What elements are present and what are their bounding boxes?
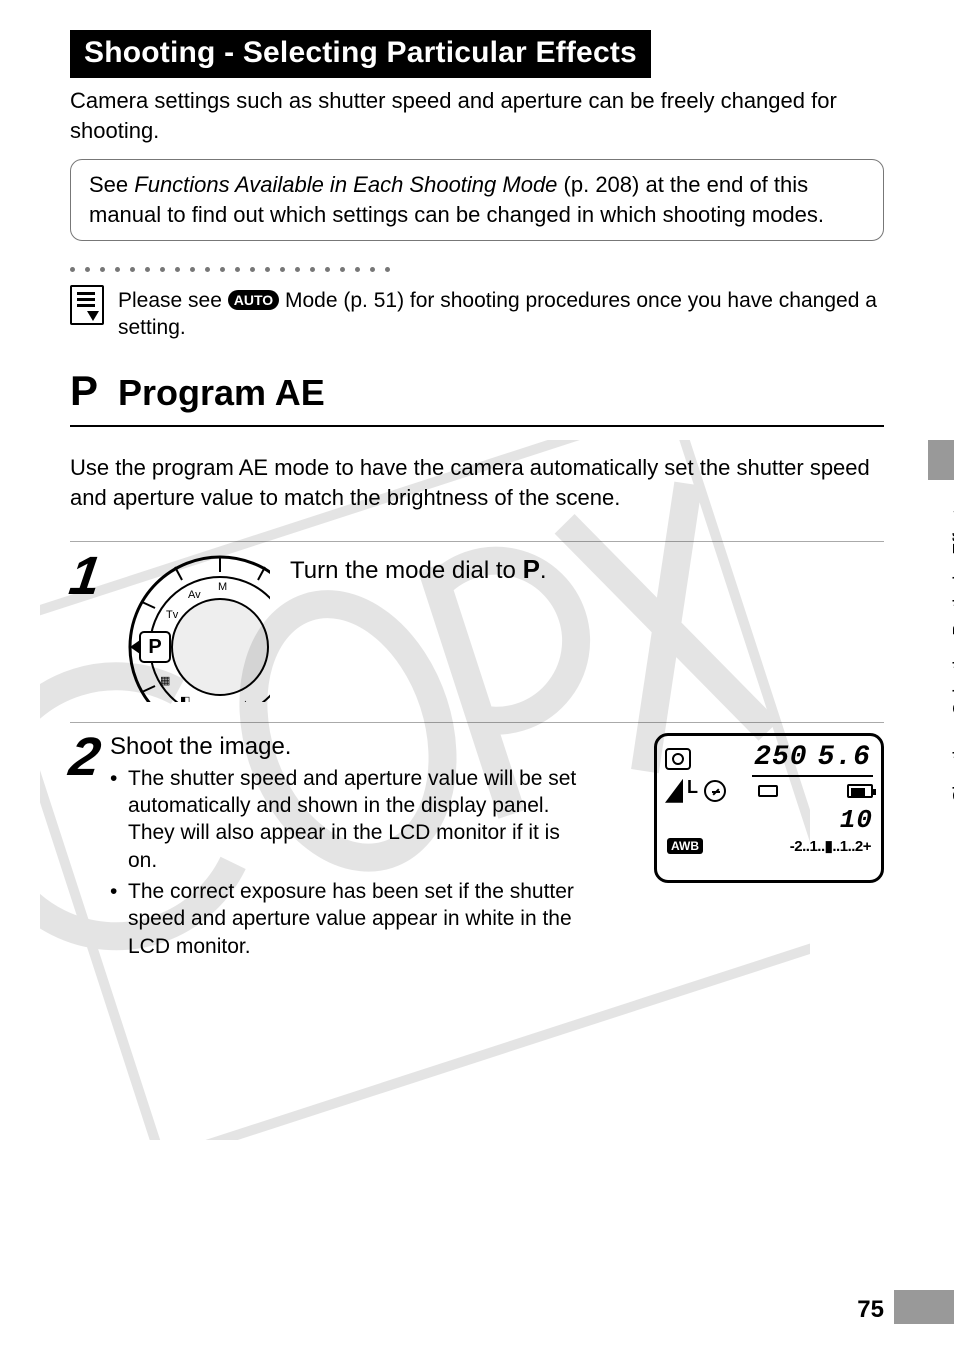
svg-text:M: M	[218, 581, 227, 593]
battery-icon	[847, 784, 873, 798]
svg-text:◧: ◧	[180, 695, 190, 702]
svg-text:P: P	[148, 636, 161, 658]
mode-glyph-p: P	[70, 367, 98, 415]
step-number-1: 1	[67, 552, 114, 601]
svg-text:Av: Av	[188, 589, 201, 601]
chapter-heading: Shooting - Selecting Particular Effects	[70, 30, 651, 78]
shutter-speed-value: 250	[754, 742, 807, 773]
step-1-mode-letter: P	[523, 554, 540, 584]
step-2-bullet-2: The correct exposure has been set if the…	[110, 878, 580, 960]
tip-text: Please see AUTO Mode (p. 51) for shootin…	[118, 285, 884, 342]
step-1: 1 P	[70, 541, 884, 702]
reference-callout: See Functions Available in Each Shooting…	[70, 159, 884, 240]
lcd-display-panel: 250 5.6 L 10 AWB -2..1..▮..1..2+	[654, 733, 884, 883]
step-1-text-post: .	[540, 557, 547, 584]
step-1-instruction: Turn the mode dial to P.	[290, 552, 547, 585]
side-tab: Shooting - Selecting Particular Effects	[902, 440, 954, 1040]
section-title: Program AE	[118, 372, 325, 414]
image-size-letter: L	[687, 777, 698, 798]
step-2: 2 Shoot the image. The shutter speed and…	[70, 722, 884, 964]
awb-badge: AWB	[667, 838, 703, 854]
section-description: Use the program AE mode to have the came…	[70, 453, 884, 512]
aperture-value: 5.6	[818, 742, 871, 773]
intro-paragraph: Camera settings such as shutter speed an…	[70, 86, 884, 145]
step-2-bullet-1: The shutter speed and aperture value wil…	[110, 765, 580, 874]
side-tab-label: Shooting - Selecting Particular Effects	[950, 500, 954, 802]
side-tab-marker	[928, 440, 954, 480]
step-number-2: 2	[67, 733, 114, 782]
svg-text:Tv: Tv	[166, 609, 179, 621]
note-icon	[70, 285, 104, 325]
step-2-bullets: The shutter speed and aperture value wil…	[110, 765, 644, 960]
page-number: 75	[857, 1296, 884, 1324]
dotted-separator	[70, 261, 884, 279]
tip-row: Please see AUTO Mode (p. 51) for shootin…	[70, 285, 884, 342]
tip-pre: Please see	[118, 289, 228, 312]
drive-mode-icon	[758, 785, 778, 797]
svg-text:▦: ▦	[160, 675, 170, 687]
step-2-heading: Shoot the image.	[110, 733, 644, 761]
image-quality-icon	[665, 779, 683, 803]
auto-mode-badge: AUTO	[228, 290, 279, 310]
section-heading: P Program AE	[70, 367, 884, 427]
flash-redeye-icon	[704, 780, 726, 802]
shots-remaining-value: 10	[840, 805, 873, 835]
callout-text-em: Functions Available in Each Shooting Mod…	[134, 172, 557, 197]
step-1-text-pre: Turn the mode dial to	[290, 557, 523, 584]
callout-text-pre: See	[89, 172, 134, 197]
mode-dial-icon: P Tv Av M ▦ ◧ ☺ ▲	[110, 552, 270, 702]
exposure-compensation-scale: -2..1..▮..1..2+	[790, 837, 871, 855]
metering-mode-icon	[665, 748, 691, 770]
svg-text:▲: ▲	[240, 698, 251, 702]
